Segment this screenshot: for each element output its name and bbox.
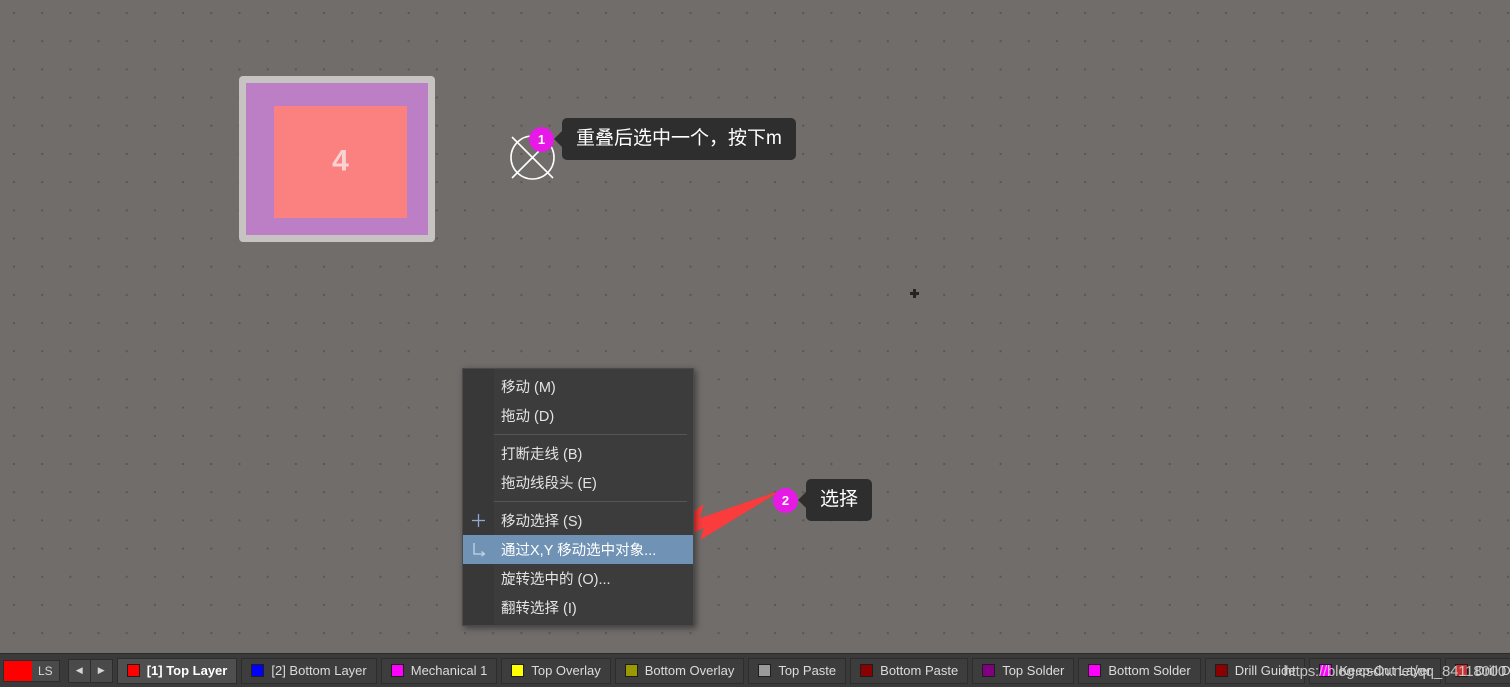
layer-tab-label: Keep-Out Layer (1339, 663, 1432, 678)
menu-item-rotate-selection[interactable]: 旋转选中的 (O)... (463, 564, 693, 593)
pad-designator-label: 4 (332, 144, 349, 178)
menu-item-flip-selection-label: 翻转选择 (I) (501, 601, 577, 617)
layer-tab-bottom-layer[interactable]: [2] Bottom Layer (241, 657, 377, 684)
layer-tab-drill-drawing[interactable]: Drill Drawing (1445, 657, 1510, 684)
layer-set-label: LS (38, 663, 53, 678)
layer-color-swatch (126, 664, 140, 677)
layer-tab-bottom-solder[interactable]: Bottom Solder (1078, 657, 1201, 684)
layer-nav-prev-button[interactable]: ◀ (69, 660, 90, 682)
crosshair-icon (463, 506, 494, 535)
menu-item-move-selection-by-xy-label: 通过X,Y 移动选中对象... (501, 543, 657, 559)
layer-color-swatch (390, 664, 404, 677)
layer-tab-label: Mechanical 1 (410, 663, 488, 678)
layer-color-swatch (624, 664, 638, 677)
layer-color-swatch (860, 664, 874, 677)
context-menu[interactable]: 移动 (M) 拖动 (D) 打断走线 (B) 拖动线段头 (E) 移动选择 (S… (462, 368, 694, 626)
layer-color-swatch (1455, 664, 1469, 677)
move-xy-icon (463, 535, 494, 564)
menu-item-flip-selection[interactable]: 翻转选择 (I) (463, 593, 693, 622)
menu-icon-blank (463, 372, 494, 401)
layer-tab-label: Top Overlay (531, 663, 601, 678)
menu-item-move-selection[interactable]: 移动选择 (S) (463, 506, 693, 535)
menu-item-break-track[interactable]: 打断走线 (B) (463, 439, 693, 468)
origin-marker-icon (910, 289, 919, 298)
layer-tab-top-layer[interactable]: [1] Top Layer (116, 657, 238, 684)
layer-color-swatch (982, 664, 996, 677)
pad-copper-layer: 4 (274, 106, 407, 218)
menu-separator (494, 434, 687, 435)
layer-tab-label: Bottom Overlay (644, 663, 735, 678)
callout-1-badge: 1 (529, 126, 554, 152)
layer-tab-label: Drill Drawing (1475, 663, 1510, 678)
layer-tab-mechanical-1[interactable]: Mechanical 1 (380, 657, 498, 684)
pcb-pad[interactable]: 4 (239, 76, 435, 242)
layer-tab-label: Top Paste (778, 663, 837, 678)
menu-icon-blank (463, 439, 494, 468)
layer-color-swatch (511, 664, 525, 677)
menu-item-move[interactable]: 移动 (M) (463, 372, 693, 401)
layer-tab-drill-guide[interactable]: Drill Guide (1204, 657, 1306, 684)
callout-1-text: 重叠后选中一个，按下m (562, 118, 796, 160)
menu-item-move-label: 移动 (M) (501, 380, 556, 396)
menu-icon-blank (463, 468, 494, 497)
menu-item-move-selection-by-xy[interactable]: 通过X,Y 移动选中对象... (463, 535, 693, 564)
menu-icon-blank (463, 593, 494, 622)
layer-tab-bottom-paste[interactable]: Bottom Paste (850, 657, 969, 684)
menu-icon-blank (463, 401, 494, 430)
layer-tab-label: [2] Bottom Layer (271, 663, 367, 678)
layer-tab-top-solder[interactable]: Top Solder (972, 657, 1075, 684)
callout-2-badge: 2 (773, 487, 798, 513)
pcb-canvas[interactable]: 4 1 重叠后选中一个，按下m 2 选择 移动 (M) 拖动 (D) 打断走线 … (0, 0, 1510, 653)
menu-item-move-selection-label: 移动选择 (S) (501, 514, 583, 530)
menu-item-rotate-selection-label: 旋转选中的 (O)... (501, 572, 611, 588)
menu-separator (494, 501, 687, 502)
layer-tab-label: [1] Top Layer (146, 663, 228, 678)
layer-tab-bar[interactable]: LS ◀ ▶ [1] Top Layer [2] Bottom Layer Me… (0, 653, 1510, 687)
menu-item-drag-track-end-label: 拖动线段头 (E) (501, 476, 597, 492)
layer-tab-keep-out-layer[interactable]: Keep-Out Layer (1309, 657, 1442, 684)
layer-color-swatch (758, 664, 772, 677)
layer-nav-next-button[interactable]: ▶ (89, 659, 112, 682)
layer-tab-bottom-overlay[interactable]: Bottom Overlay (614, 657, 745, 684)
layer-tab-label: Top Solder (1002, 663, 1065, 678)
pcb-editor-window: 4 1 重叠后选中一个，按下m 2 选择 移动 (M) 拖动 (D) 打断走线 … (0, 0, 1510, 687)
layer-color-swatch (1214, 664, 1228, 677)
layer-nav-group[interactable]: ◀ ▶ (67, 658, 113, 683)
layer-color-swatch (1088, 664, 1102, 677)
menu-item-drag-track-end[interactable]: 拖动线段头 (E) (463, 468, 693, 497)
layer-set-color-swatch (4, 660, 32, 681)
layer-color-swatch (251, 664, 265, 677)
menu-item-drag[interactable]: 拖动 (D) (463, 401, 693, 430)
callout-2: 2 选择 (773, 479, 873, 521)
layer-set-chip[interactable]: LS (3, 659, 60, 682)
layer-tab-label: Bottom Paste (880, 663, 959, 678)
menu-item-break-track-label: 打断走线 (B) (501, 447, 583, 463)
menu-icon-blank (463, 564, 494, 593)
layer-tab-label: Drill Guide (1234, 663, 1296, 678)
callout-1: 1 重叠后选中一个，按下m (529, 118, 796, 160)
layer-tab-top-paste[interactable]: Top Paste (748, 657, 847, 684)
callout-2-text: 选择 (806, 479, 873, 521)
layer-tab-top-overlay[interactable]: Top Overlay (501, 657, 611, 684)
menu-item-drag-label: 拖动 (D) (501, 409, 555, 425)
layer-tab-label: Bottom Solder (1108, 663, 1191, 678)
pad-solder-layer: 4 (246, 83, 428, 235)
layer-color-swatch (1319, 664, 1333, 677)
